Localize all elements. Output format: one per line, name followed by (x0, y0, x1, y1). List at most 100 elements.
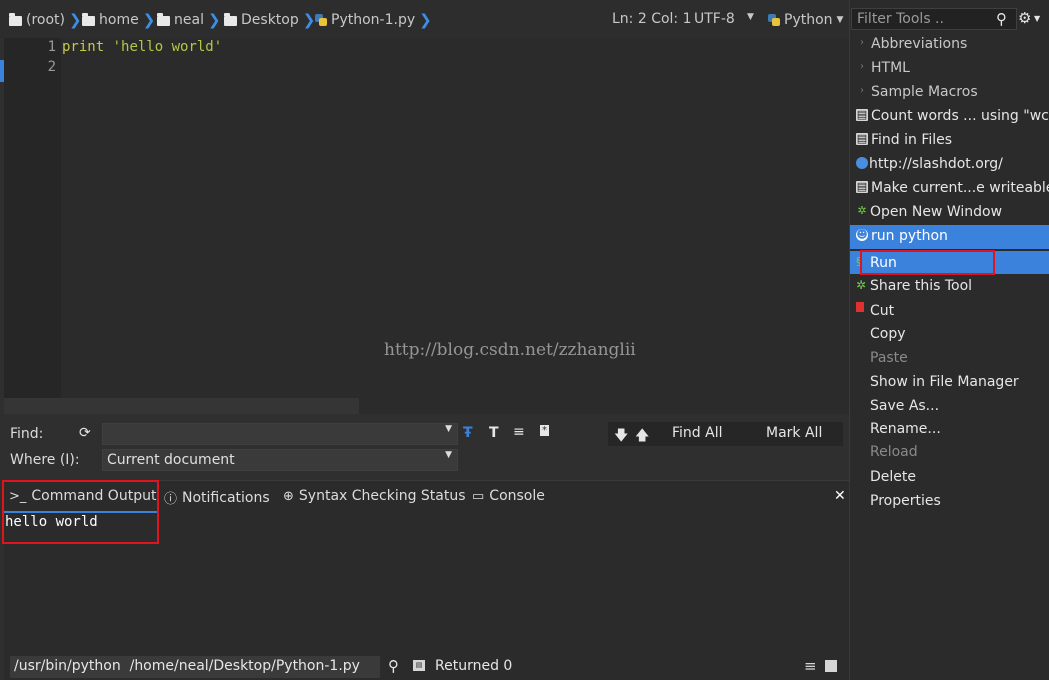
find-input[interactable]: ▼ (102, 423, 458, 445)
menu-icon[interactable]: ≡ (804, 657, 817, 675)
chevron-right-icon: ❯ (207, 11, 221, 29)
chevron-down-icon[interactable]: ▼ (1034, 14, 1040, 23)
tab-label: Syntax Checking Status (298, 488, 466, 504)
menu-item-save-as[interactable]: Save As... (870, 398, 939, 414)
regex-icon[interactable]: * (540, 425, 549, 436)
chevron-right-icon: › (860, 85, 864, 96)
return-status: Returned 0 (435, 658, 513, 674)
terminal-icon: ▤ (856, 108, 868, 121)
find-label: Find: (10, 426, 44, 442)
menu-item-cut[interactable]: Cut (870, 303, 894, 319)
terminal-icon: ▤ (856, 180, 868, 193)
tab-syntax-checking[interactable]: ⊕ Syntax Checking Status (283, 488, 466, 504)
toolbox-folder-abbreviations[interactable]: › Abbreviations (850, 33, 1049, 57)
tool-label: Make current...e writeable (871, 180, 1049, 196)
menu-item-share[interactable]: Share this Tool (870, 278, 972, 294)
toolbox-tool-find-in-files[interactable]: ▤ Find in Files (850, 129, 1049, 153)
breadcrumb-home[interactable]: home ❯ (82, 11, 155, 29)
search-icon[interactable]: ⚲ (996, 10, 1007, 28)
horizontal-scrollbar[interactable] (4, 398, 359, 414)
stop-icon[interactable] (825, 660, 837, 672)
chevron-down-icon[interactable]: ▼ (445, 424, 452, 434)
multiline-icon[interactable]: ≡ (513, 424, 525, 440)
tool-label: Find in Files (871, 132, 953, 148)
where-select[interactable]: Current document ▼ (102, 449, 458, 471)
arrow-up-icon[interactable]: 🡅 (635, 425, 649, 449)
folder-icon (9, 13, 22, 26)
chevron-down-icon[interactable]: ▼ (445, 450, 452, 460)
gear-icon[interactable]: ⚙ (1018, 9, 1031, 27)
menu-item-show-in-file-manager[interactable]: Show in File Manager (870, 374, 1019, 390)
breadcrumb-label: (root) (26, 12, 65, 28)
toolbox-tool-make-writeable[interactable]: ▤ Make current...e writeable (850, 177, 1049, 201)
macro-icon: ✲ (856, 278, 867, 292)
chevron-right-icon: › (860, 61, 864, 72)
where-label: Where (I): (10, 452, 80, 468)
line-number-gutter: 1 2 (4, 38, 61, 398)
language-label: Python (784, 12, 833, 28)
terminal-icon: ▤ (413, 660, 425, 671)
language-dropdown-icon: ▼ (836, 15, 844, 25)
folder-icon (157, 13, 170, 26)
whole-word-icon[interactable]: T (489, 425, 499, 441)
tool-label: Open New Window (870, 204, 1003, 220)
chevron-right-icon: ❯ (302, 11, 316, 29)
menu-item-rename[interactable]: Rename... (870, 421, 941, 437)
tool-label: run python (871, 228, 948, 244)
line-number: 2 (47, 59, 56, 75)
code-keyword: print (62, 39, 105, 55)
breadcrumb-desktop[interactable]: Desktop ❯ (224, 11, 315, 29)
find-all-button[interactable]: Find All (672, 425, 723, 441)
language-selector[interactable]: Python ▼ (768, 11, 843, 29)
find-buttons: 🡇 🡅 Find All Mark All (608, 422, 843, 446)
filter-placeholder: Filter Tools .. (857, 11, 944, 27)
refresh-icon[interactable]: ⟳ (79, 425, 91, 441)
info-icon: ⓘ (164, 492, 178, 507)
breadcrumb-label: Python-1.py (331, 12, 416, 28)
search-icon[interactable]: ⚲ (388, 657, 399, 675)
encoding-dropdown-icon[interactable]: ▼ (747, 12, 754, 22)
cursor-position[interactable]: Ln: 2 Col: 1 (612, 11, 692, 27)
breadcrumb-neal[interactable]: neal ❯ (157, 11, 221, 29)
arrow-down-icon[interactable]: 🡇 (614, 425, 628, 449)
command-text: /usr/bin/python /home/neal/Desktop/Pytho… (14, 658, 360, 674)
tab-label: Console (489, 488, 545, 504)
chevron-right-icon: ❯ (69, 11, 82, 29)
match-case-icon[interactable]: Ŧ (463, 425, 473, 441)
toolbox-tool-count-words[interactable]: ▤ Count words ... using "wc" (850, 105, 1049, 129)
folder-label: Abbreviations (871, 36, 968, 52)
highlight-box (860, 250, 995, 275)
code-string: 'hello world' (112, 39, 223, 55)
toolbox-folder-html[interactable]: › HTML (850, 57, 1049, 81)
monitor-icon: ▭ (472, 488, 485, 504)
breadcrumb-label: neal (174, 12, 204, 28)
tool-label: http://slashdot.org/ (869, 156, 1003, 172)
toolbox-tool-open-new-window[interactable]: ✲ Open New Window (850, 201, 1049, 225)
breadcrumb-file[interactable]: Python-1.py ❯ (315, 11, 432, 29)
smiley-icon: ☻ (856, 228, 868, 241)
tab-console[interactable]: ▭ Console (472, 488, 545, 504)
python-file-icon (315, 14, 327, 26)
toolbox-folder-sample-macros[interactable]: › Sample Macros (850, 81, 1049, 105)
toolbox-tool-slashdot[interactable]: http://slashdot.org/ (850, 153, 1049, 177)
python-icon (768, 14, 780, 26)
breadcrumb-root[interactable]: (root) ❯ (9, 11, 82, 29)
line-number: 1 (47, 39, 56, 55)
scrollbar-track (359, 398, 849, 414)
breadcrumb-label: Desktop (241, 12, 299, 28)
menu-item-paste[interactable]: Paste (870, 350, 908, 366)
menu-item-delete[interactable]: Delete (870, 469, 916, 485)
menu-item-properties[interactable]: Properties (870, 493, 941, 509)
toolbox-tool-run-python[interactable]: ☻ run python (850, 225, 1049, 249)
close-icon[interactable]: ✕ (834, 488, 846, 504)
menu-item-reload[interactable]: Reload (870, 444, 918, 460)
menu-item-copy[interactable]: Copy (870, 326, 906, 342)
chevron-right-icon: ❯ (142, 11, 156, 29)
highlight-box (2, 480, 159, 544)
watermark-text: http://blog.csdn.net/zzhanglii (384, 340, 636, 360)
encoding-selector[interactable]: UTF-8 (694, 11, 735, 27)
folder-label: HTML (871, 60, 910, 76)
tab-notifications[interactable]: ⓘ Notifications (164, 488, 270, 508)
mark-all-button[interactable]: Mark All (766, 425, 822, 441)
code-line-1: print 'hello world' (62, 39, 222, 55)
